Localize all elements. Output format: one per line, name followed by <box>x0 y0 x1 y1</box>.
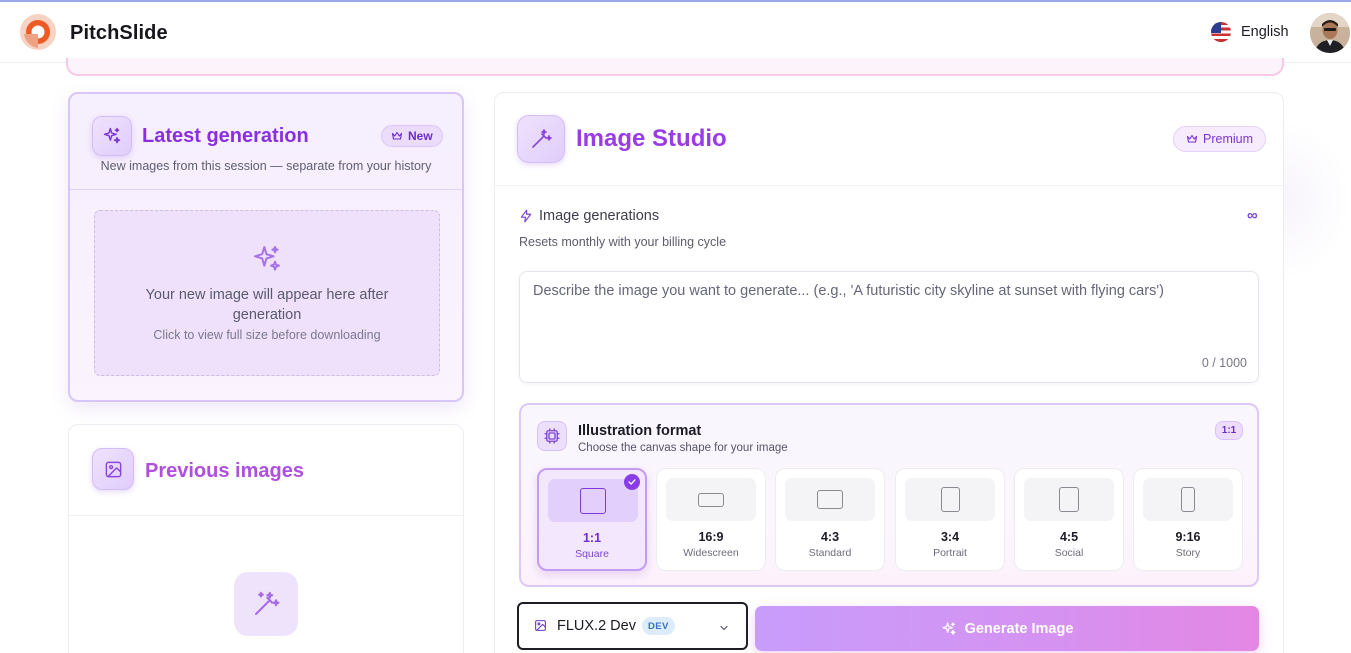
format-thumb <box>905 478 995 521</box>
illustration-format-section: Illustration format Choose the canvas sh… <box>519 403 1259 587</box>
generate-image-label: Generate Image <box>964 620 1074 637</box>
previous-images-header: Previous images <box>69 425 463 516</box>
premium-badge-label: Premium <box>1203 132 1254 146</box>
image-generations-label: Image generations <box>539 208 660 224</box>
generate-image-button[interactable]: Generate Image <box>755 606 1259 651</box>
pitchslide-logo-icon[interactable] <box>19 13 57 51</box>
new-badge-label: New <box>408 129 433 143</box>
placeholder-title: Your new image will appear here after ge… <box>145 287 389 323</box>
format-ratio: 1:1 <box>582 531 602 545</box>
premium-badge: Premium <box>1173 126 1267 152</box>
format-thumb <box>785 478 875 521</box>
chevron-down-icon <box>718 621 730 639</box>
language-label: English <box>1241 24 1289 40</box>
selected-ratio-badge: 1:1 <box>1215 421 1243 440</box>
us-flag-icon <box>1211 22 1231 42</box>
language-selector[interactable]: English <box>1211 22 1289 42</box>
placeholder-hint: Click to view full size before downloadi… <box>153 328 381 342</box>
square-shape-icon <box>580 487 606 514</box>
app-header: PitchSlide English <box>0 2 1351 63</box>
format-option-social[interactable]: 4:5 Social <box>1014 468 1124 571</box>
format-option-standard[interactable]: 4:3 Standard <box>775 468 885 571</box>
background-glow <box>1284 120 1351 280</box>
format-name: Square <box>575 548 609 560</box>
magic-wand-icon <box>234 572 298 636</box>
image-generations-subtitle: Resets monthly with your billing cycle <box>519 235 727 249</box>
social-shape-icon <box>1059 487 1079 512</box>
image-generations-quota: Image generations <box>519 208 659 224</box>
latest-generation-subtitle: New images from this session — separate … <box>100 159 432 173</box>
format-option-portrait[interactable]: 3:4 Portrait <box>895 468 1005 571</box>
model-tag: DEV <box>642 617 675 635</box>
format-option-widescreen[interactable]: 16:9 Widescreen <box>656 468 766 571</box>
format-thumb <box>1143 478 1233 521</box>
format-ratio: 16:9 <box>698 530 724 544</box>
format-name: Standard <box>808 547 852 559</box>
image-studio-header: Image Studio Premium <box>495 93 1283 186</box>
prompt-textarea[interactable]: Describe the image you want to generate.… <box>519 271 1259 383</box>
crown-icon <box>391 131 403 140</box>
user-avatar[interactable] <box>1310 13 1350 53</box>
format-ratio: 4:5 <box>1059 530 1079 544</box>
image-icon <box>92 448 134 490</box>
new-badge: New <box>381 125 443 147</box>
portrait-shape-icon <box>940 487 960 512</box>
format-ratio: 4:3 <box>820 530 840 544</box>
illustration-format-subtitle: Choose the canvas shape for your image <box>578 442 788 454</box>
prompt-char-count: 0 / 1000 <box>1201 356 1247 370</box>
illustration-format-title: Illustration format <box>578 423 702 439</box>
latest-generation-panel: Latest generation New New images from th… <box>68 92 464 402</box>
latest-generation-title: Latest generation <box>142 125 309 147</box>
prompt-placeholder: Describe the image you want to generate.… <box>533 283 1164 299</box>
model-select[interactable]: FLUX.2 Dev DEV <box>517 602 748 650</box>
lightning-icon <box>520 209 532 223</box>
sparkles-placeholder-icon <box>251 243 283 280</box>
format-option-story[interactable]: 9:16 Story <box>1133 468 1243 571</box>
model-name: FLUX.2 Dev <box>557 618 636 634</box>
format-option-square[interactable]: 1:1 Square <box>537 468 647 571</box>
format-thumb <box>1024 478 1114 521</box>
format-name: Story <box>1175 547 1201 559</box>
section-divider-strip <box>66 58 1284 76</box>
format-name: Social <box>1054 547 1084 559</box>
format-ratio: 9:16 <box>1175 530 1201 544</box>
sparkles-button-icon <box>941 621 956 635</box>
image-studio-panel: Image Studio Premium Image generations ∞… <box>494 92 1284 653</box>
magic-wand-studio-icon <box>517 115 565 163</box>
previous-images-title: Previous images <box>145 460 304 482</box>
image-studio-title: Image Studio <box>576 125 727 152</box>
format-name: Portrait <box>933 547 967 559</box>
brand-name[interactable]: PitchSlide <box>70 22 168 45</box>
widescreen-shape-icon <box>698 492 724 507</box>
format-thumb <box>666 478 756 521</box>
format-name: Widescreen <box>683 547 739 559</box>
story-shape-icon <box>1181 487 1195 512</box>
latest-generation-header: Latest generation New New images from th… <box>70 94 462 190</box>
checkmark-icon <box>624 474 640 490</box>
sparkles-icon <box>92 116 132 156</box>
previous-images-panel: Previous images <box>68 424 464 653</box>
frame-icon <box>537 421 567 451</box>
standard-shape-icon <box>817 490 843 509</box>
format-ratio: 3:4 <box>940 530 960 544</box>
image-model-icon <box>534 619 547 637</box>
generation-placeholder: Your new image will appear here after ge… <box>94 210 440 376</box>
image-generations-value: ∞ <box>1247 207 1258 224</box>
crown-icon <box>1186 134 1198 143</box>
